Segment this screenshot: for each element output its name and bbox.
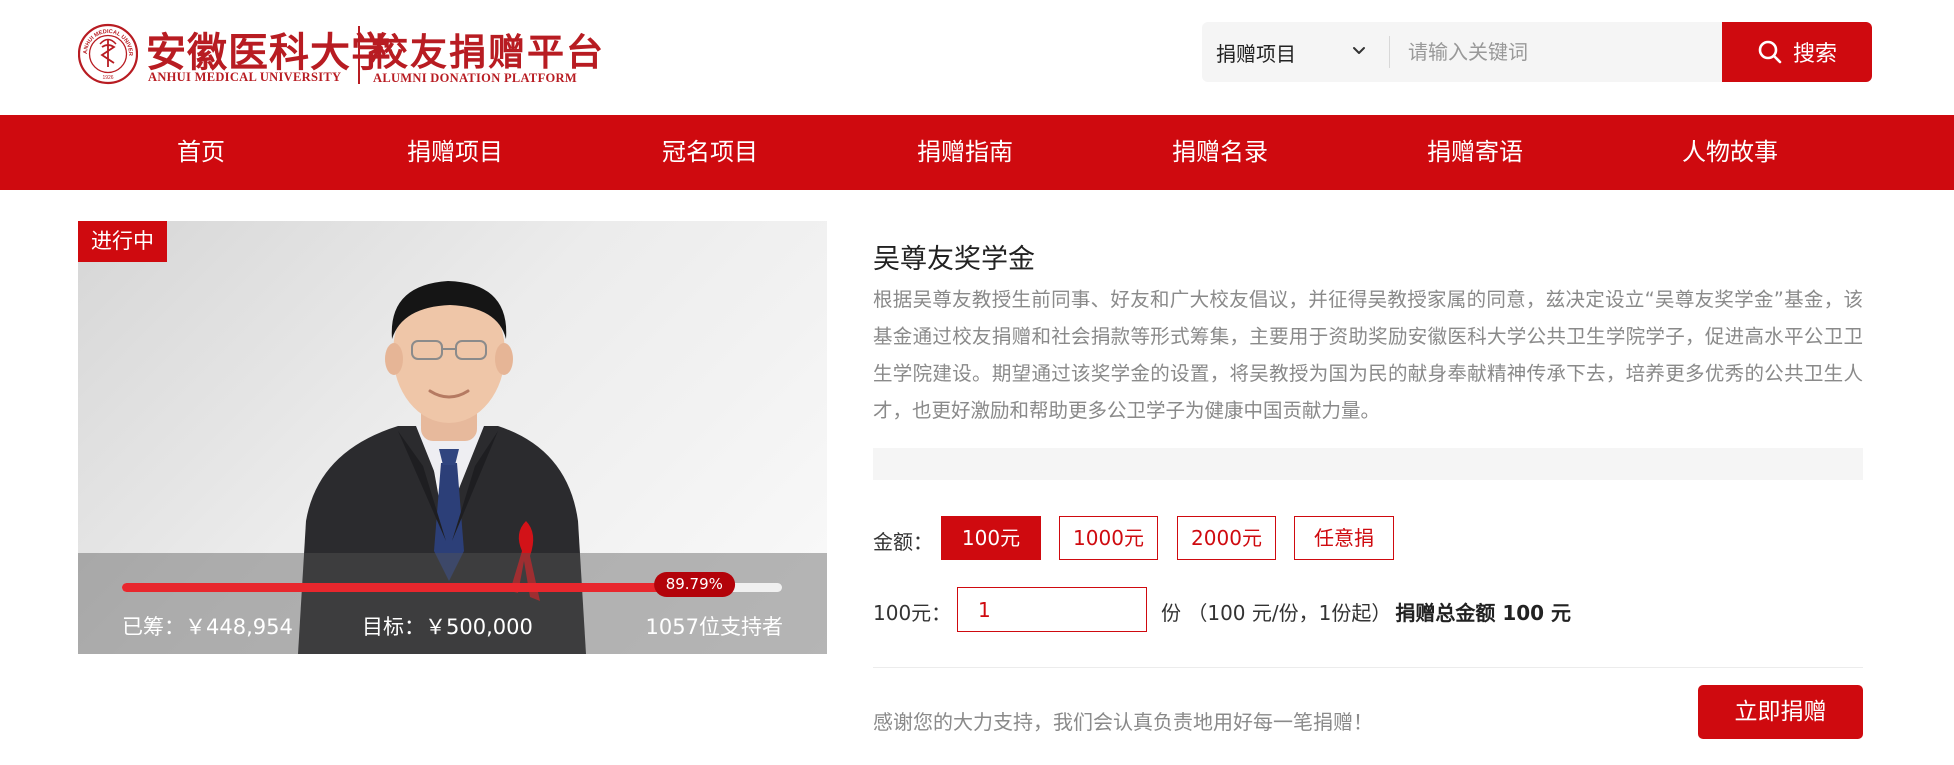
quantity-input[interactable] bbox=[957, 587, 1147, 632]
unit-price-label: 100元： bbox=[873, 601, 952, 625]
search-input[interactable] bbox=[1390, 22, 1722, 82]
nav-item-named-projects[interactable]: 冠名项目 bbox=[620, 115, 800, 190]
info-strip bbox=[873, 448, 1863, 480]
amount-option-custom[interactable]: 任意捐 bbox=[1294, 516, 1394, 560]
svg-text:1926: 1926 bbox=[102, 75, 113, 81]
donate-now-button[interactable]: 立即捐赠 bbox=[1698, 685, 1863, 739]
nav-item-home[interactable]: 首页 bbox=[111, 115, 291, 190]
search-separator bbox=[1389, 36, 1390, 68]
nav-item-donation-guide[interactable]: 捐赠指南 bbox=[875, 115, 1055, 190]
goal-amount: 目标：￥500,000 bbox=[362, 615, 533, 639]
logo-divider bbox=[358, 26, 360, 84]
nav-item-people-stories[interactable]: 人物故事 bbox=[1640, 115, 1820, 190]
main-nav: 首页 捐赠项目 冠名项目 捐赠指南 捐赠名录 捐赠寄语 人物故事 bbox=[0, 115, 1954, 190]
university-name-en: ANHUI MEDICAL UNIVERSITY bbox=[148, 70, 342, 84]
project-image[interactable]: 进行中 89.79% 已筹：￥448,954 目标：￥500,000 1057位… bbox=[78, 221, 827, 654]
search-category-value: 捐赠项目 bbox=[1216, 41, 1296, 66]
progress-bar: 89.79% bbox=[122, 572, 782, 597]
search-button[interactable]: 搜索 bbox=[1722, 22, 1872, 82]
nav-item-donation-projects[interactable]: 捐赠项目 bbox=[365, 115, 545, 190]
raised-amount: 已筹：￥448,954 bbox=[122, 615, 293, 639]
thanks-message: 感谢您的大力支持，我们会认真负责地用好每一笔捐赠！ bbox=[873, 710, 1373, 734]
amount-option-2000[interactable]: 2000元 bbox=[1177, 516, 1276, 560]
supporter-count: 1057位支持者 bbox=[645, 615, 783, 639]
section-divider bbox=[873, 667, 1863, 668]
university-seal-icon: ANHUI MEDICAL UNIVERSITY 1926 bbox=[78, 17, 138, 85]
chevron-down-icon bbox=[1353, 47, 1365, 54]
logo-text: 安徽医科大学 ANHUI MEDICAL UNIVERSITY 校友捐赠平台 A… bbox=[146, 14, 626, 94]
project-title: 吴尊友奖学金 bbox=[873, 244, 1035, 275]
search-icon bbox=[1758, 40, 1782, 64]
progress-percent-badge: 89.79% bbox=[653, 572, 735, 597]
site-logo[interactable]: ANHUI MEDICAL UNIVERSITY 1926 安徽医科大学 ANH… bbox=[78, 14, 626, 94]
search-button-label: 搜索 bbox=[1792, 42, 1837, 67]
project-description: 根据吴尊友教授生前同事、好友和广大校友倡议，并征得吴教授家属的同意，兹决定设立“… bbox=[873, 288, 1863, 422]
search-category-select[interactable]: 捐赠项目 bbox=[1202, 22, 1390, 82]
progress-fill bbox=[122, 583, 715, 592]
nav-item-donor-list[interactable]: 捐赠名录 bbox=[1130, 115, 1310, 190]
status-badge: 进行中 bbox=[78, 221, 167, 262]
unit-suffix: 份 （100 元/份，1份起） bbox=[1161, 601, 1392, 625]
progress-overlay: 89.79% 已筹：￥448,954 目标：￥500,000 1057位支持者 bbox=[78, 553, 827, 654]
platform-name-en: ALUMNI DONATION PLATFORM bbox=[373, 71, 577, 85]
total-amount: 捐赠总金额 100 元 bbox=[1395, 601, 1572, 625]
amount-option-100[interactable]: 100元 bbox=[941, 516, 1041, 560]
quantity-info: 份 （100 元/份，1份起） 捐赠总金额 100 元 bbox=[1161, 597, 1571, 626]
amount-label: 金额： bbox=[873, 530, 933, 554]
amount-option-1000[interactable]: 1000元 bbox=[1059, 516, 1158, 560]
nav-item-donation-messages[interactable]: 捐赠寄语 bbox=[1385, 115, 1565, 190]
platform-name-cn: 校友捐赠平台 bbox=[371, 30, 605, 74]
search-bar: 捐赠项目 搜索 bbox=[1202, 22, 1872, 82]
site-header: ANHUI MEDICAL UNIVERSITY 1926 安徽医科大学 ANH… bbox=[0, 0, 1954, 115]
